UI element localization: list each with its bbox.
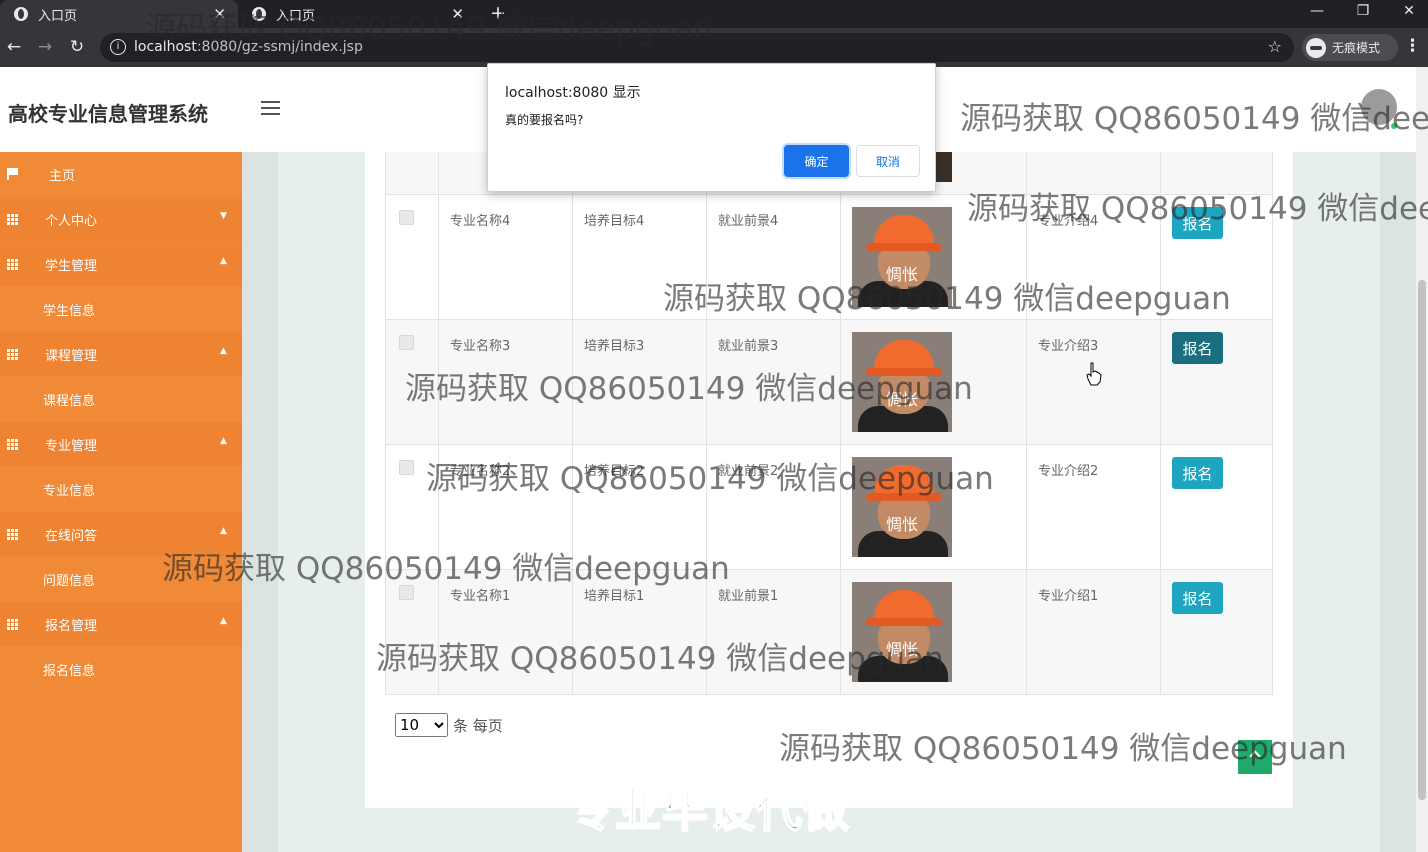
incognito-icon bbox=[1306, 37, 1326, 58]
sidebar-item-1[interactable]: 个人中心 ▼ bbox=[0, 197, 242, 241]
caret-up-icon: ▲ bbox=[220, 616, 227, 626]
close-window-icon[interactable]: ✕ bbox=[1394, 3, 1424, 19]
watermark-text: 源码获取 QQ86050149 微信deepguan bbox=[779, 731, 1347, 767]
tab-title: 入口页 bbox=[38, 8, 78, 24]
major-intro-cell: 专业介绍3 bbox=[1038, 339, 1099, 354]
sidebar-item-11[interactable]: 报名信息 bbox=[0, 647, 242, 691]
caret-up-icon: ▲ bbox=[220, 526, 227, 536]
dialog-title: localhost:8080 显示 bbox=[505, 85, 641, 101]
caret-up-icon: ▲ bbox=[220, 436, 227, 446]
grid-icon bbox=[7, 259, 19, 270]
major-intro-cell: 专业介绍1 bbox=[1038, 589, 1099, 604]
browser-menu-icon[interactable]: ⋮ bbox=[1404, 36, 1421, 56]
sidebar-item-5[interactable]: 课程信息 bbox=[0, 377, 242, 421]
sidebar-item-label: 课程管理 bbox=[45, 348, 98, 364]
grid-icon bbox=[7, 349, 19, 360]
sidebar-item-label: 报名管理 bbox=[45, 618, 98, 634]
sidebar-item-label: 课程信息 bbox=[43, 393, 96, 409]
pagination: 10 条 每页 bbox=[395, 713, 503, 737]
forward-arrow-icon[interactable]: → bbox=[34, 37, 56, 57]
watermark-text: 源码获取 QQ86050149 微信deepguan bbox=[376, 641, 944, 677]
sidebar-item-6[interactable]: 专业管理 ▲ bbox=[0, 422, 242, 466]
incognito-badge[interactable]: 无痕模式 bbox=[1302, 34, 1398, 61]
dialog-cancel-button[interactable]: 取消 bbox=[856, 145, 920, 177]
row-checkbox[interactable] bbox=[399, 460, 414, 475]
sidebar-item-label: 报名信息 bbox=[43, 663, 96, 679]
watermark-text: 源码获取 QQ86050149 微信deepguan bbox=[663, 281, 1231, 317]
sidebar-item-2[interactable]: 学生管理 ▲ bbox=[0, 242, 242, 286]
image-caption: 惆怅 bbox=[885, 515, 918, 534]
sidebar-item-0[interactable]: 主页 bbox=[0, 152, 242, 196]
watermark-text: 源码获取 QQ86050149 微信deepguan bbox=[162, 551, 730, 587]
hand-cursor-icon bbox=[1086, 362, 1102, 386]
banner-watermark: 专业毕设代做 bbox=[567, 782, 850, 838]
page-size-suffix: 条 每页 bbox=[453, 716, 503, 735]
back-arrow-icon[interactable]: ← bbox=[3, 37, 25, 57]
caret-up-icon: ▲ bbox=[220, 256, 227, 266]
sidebar-item-7[interactable]: 专业信息 bbox=[0, 467, 242, 511]
content-right-strip bbox=[1380, 152, 1416, 852]
caret-up-icon: ▲ bbox=[220, 346, 227, 356]
sidebar-item-label: 问题信息 bbox=[43, 573, 96, 589]
grid-icon bbox=[7, 439, 19, 450]
dialog-message: 真的要报名吗? bbox=[505, 113, 584, 127]
sidebar-item-label: 专业管理 bbox=[45, 438, 98, 454]
grid-icon bbox=[7, 214, 19, 225]
major-name-cell: 专业名称4 bbox=[450, 214, 511, 229]
dialog-ok-button[interactable]: 确定 bbox=[784, 145, 849, 177]
major-intro-cell: 专业介绍2 bbox=[1038, 464, 1099, 479]
watermark-text: 源码获取 QQ86050149 微信deep bbox=[967, 191, 1428, 227]
training-goal-cell: 培养目标3 bbox=[584, 339, 645, 354]
job-prospect-cell: 就业前景3 bbox=[718, 339, 779, 354]
major-name-cell: 专业名称3 bbox=[450, 339, 511, 354]
sidebar-item-label: 专业信息 bbox=[43, 483, 96, 499]
sidebar-item-3[interactable]: 学生信息 bbox=[0, 287, 242, 331]
reload-icon[interactable]: ↻ bbox=[66, 37, 88, 57]
row-checkbox[interactable] bbox=[399, 210, 414, 225]
sidebar-item-label: 个人中心 bbox=[45, 213, 98, 229]
sidebar-item-4[interactable]: 课程管理 ▲ bbox=[0, 332, 242, 376]
grid-icon bbox=[7, 619, 19, 630]
sidebar-item-10[interactable]: 报名管理 ▲ bbox=[0, 602, 242, 646]
grid-icon bbox=[7, 529, 19, 540]
minimize-icon[interactable]: — bbox=[1302, 3, 1332, 19]
signup-button[interactable]: 报名 bbox=[1172, 457, 1223, 489]
watermark-text: 源码获取 QQ86050149 微信deepguan bbox=[426, 461, 994, 497]
sidebar-item-label: 在线问答 bbox=[45, 528, 98, 544]
app-title: 高校专业信息管理系统 bbox=[8, 102, 208, 126]
confirm-dialog: localhost:8080 显示 真的要报名吗? 确定 取消 bbox=[487, 63, 936, 192]
job-prospect-cell: 就业前景4 bbox=[718, 214, 779, 229]
site-info-icon[interactable]: i bbox=[110, 39, 126, 55]
globe-icon bbox=[14, 7, 28, 21]
page-size-select[interactable]: 10 bbox=[395, 713, 448, 737]
sidebar-item-label: 学生管理 bbox=[45, 258, 98, 274]
sidebar-item-label: 学生信息 bbox=[43, 303, 96, 319]
bookmark-star-icon[interactable]: ☆ bbox=[1268, 37, 1282, 56]
scrollbar-thumb[interactable] bbox=[1418, 280, 1426, 800]
content-left-strip bbox=[242, 152, 278, 852]
training-goal-cell: 培养目标4 bbox=[584, 214, 645, 229]
row-checkbox[interactable] bbox=[399, 335, 414, 350]
flag-icon bbox=[7, 168, 18, 180]
signup-button[interactable]: 报名 bbox=[1172, 332, 1223, 364]
sidebar-item-label: 主页 bbox=[49, 168, 76, 184]
watermark-text: 源码获取 QQ86050149 微信deepguan bbox=[405, 371, 973, 407]
watermark-text: 源码获取 QQ86050149 微信deepguan bbox=[145, 11, 713, 47]
signup-button[interactable]: 报名 bbox=[1172, 582, 1223, 614]
hamburger-menu-icon[interactable] bbox=[261, 101, 280, 116]
restore-icon[interactable]: ❐ bbox=[1348, 3, 1378, 19]
watermark-text: 源码获取 QQ86050149 微信deepg bbox=[960, 101, 1428, 137]
caret-down-icon: ▼ bbox=[220, 211, 227, 221]
